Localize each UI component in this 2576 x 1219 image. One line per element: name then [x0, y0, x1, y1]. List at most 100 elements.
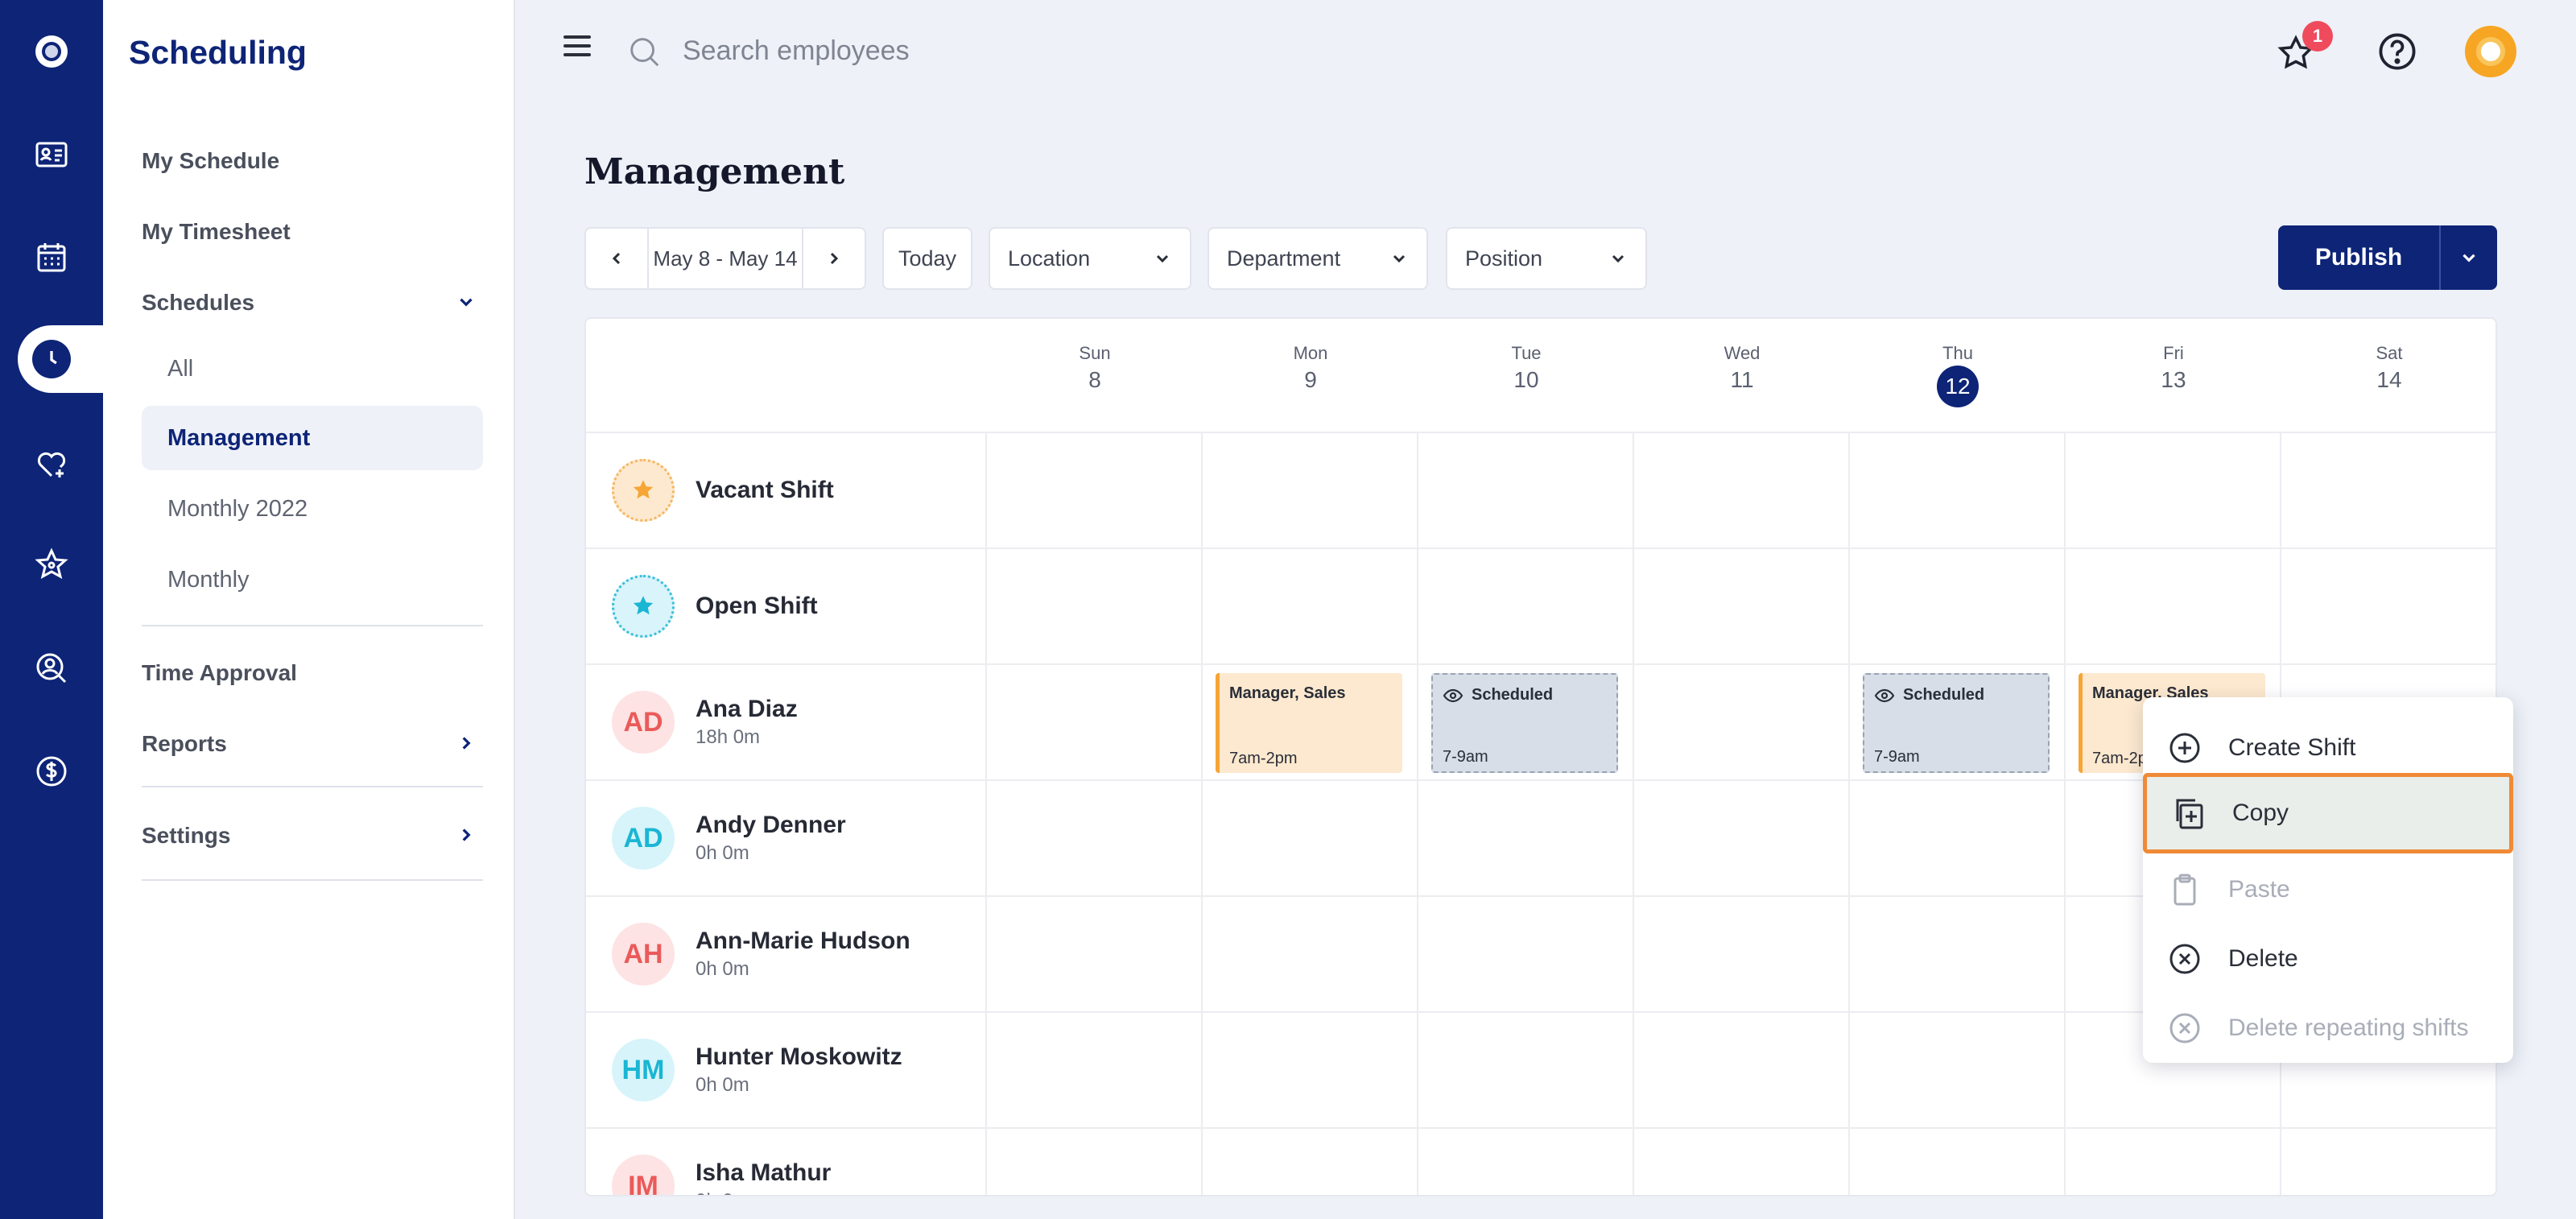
location-dropdown[interactable]: Location — [989, 227, 1191, 290]
page-title: Management — [584, 151, 845, 192]
search-icon — [630, 38, 659, 67]
employee-cell[interactable]: Open Shift — [612, 575, 818, 638]
chevron-right-icon — [462, 737, 471, 750]
user-avatar[interactable] — [2465, 26, 2516, 77]
star-icon[interactable] — [27, 541, 76, 589]
heart-plus-icon[interactable] — [27, 440, 76, 488]
employee-hours: 0h 0m — [696, 1190, 831, 1195]
employee-cell[interactable]: IM Isha Mathur 0h 0m — [612, 1155, 832, 1195]
day-header-thu[interactable]: Thu 12 — [1850, 343, 2066, 407]
delete-label: Delete — [2228, 945, 2298, 972]
chevron-down-icon — [460, 298, 473, 307]
calendar-icon[interactable] — [27, 233, 76, 282]
employee-name: Open Shift — [696, 593, 818, 619]
vacant-star-icon — [612, 459, 675, 522]
shift-time: 7am-2pm — [1229, 750, 1298, 767]
nav-time-approval[interactable]: Time Approval — [142, 651, 483, 696]
nav-settings[interactable]: Settings — [142, 813, 483, 858]
date-range[interactable]: May 8 - May 14 — [647, 229, 803, 288]
position-dropdown[interactable]: Position — [1446, 227, 1647, 290]
dollar-icon[interactable] — [27, 747, 76, 795]
copy-icon — [2176, 799, 2203, 829]
nav-my-timesheet[interactable]: My Timesheet — [142, 209, 483, 254]
delete-repeating-label: Delete repeating shifts — [2228, 1014, 2469, 1041]
create-shift-label: Create Shift — [2228, 734, 2356, 761]
position-label: Position — [1465, 246, 1543, 271]
delete-repeating-menu-item[interactable]: Delete repeating shifts — [2143, 994, 2513, 1063]
shift-title: Scheduled — [1903, 686, 1985, 704]
employee-name: Isha Mathur — [696, 1159, 832, 1186]
employee-name: Vacant Shift — [696, 477, 834, 503]
employee-name: Hunter Moskowitz — [696, 1043, 902, 1070]
divider — [142, 879, 483, 881]
avatar: AD — [612, 807, 675, 870]
shift-title: Manager, Sales — [1229, 684, 1346, 702]
day-name: Sat — [2376, 343, 2403, 363]
paste-menu-item[interactable]: Paste — [2143, 855, 2513, 924]
next-week-button[interactable] — [803, 229, 865, 288]
chevron-right-icon — [462, 829, 471, 841]
day-number: 10 — [1513, 367, 1539, 392]
nav-sub-monthly[interactable]: Monthly — [142, 548, 483, 612]
nav-sub-management[interactable]: Management — [142, 406, 483, 470]
search-input[interactable]: Search employees — [683, 35, 910, 67]
nav-reports[interactable]: Reports — [142, 721, 483, 767]
employee-cell[interactable]: AD Andy Denner 0h 0m — [612, 807, 846, 870]
clock-icon[interactable] — [32, 340, 71, 378]
id-card-icon[interactable] — [27, 130, 76, 179]
employee-cell[interactable]: AD Ana Diaz 18h 0m — [612, 691, 798, 754]
copy-label: Copy — [2232, 800, 2289, 826]
nav-schedules[interactable]: Schedules — [142, 280, 483, 325]
day-name: Tue — [1511, 343, 1542, 363]
menu-icon[interactable] — [564, 35, 591, 60]
help-icon[interactable] — [2376, 31, 2418, 72]
icon-rail — [0, 0, 103, 1219]
employee-hours: 0h 0m — [696, 1074, 749, 1096]
shift-time: 7-9am — [1443, 748, 1488, 766]
day-header-sat[interactable]: Sat 14 — [2281, 343, 2496, 393]
nav-sub-monthly-2022[interactable]: Monthly 2022 — [142, 477, 483, 541]
publish-options-button[interactable] — [2439, 225, 2497, 290]
day-name: Wed — [1724, 343, 1761, 363]
person-search-icon[interactable] — [27, 644, 76, 692]
side-nav: Scheduling My Schedule My Timesheet Sche… — [103, 0, 515, 1219]
day-header-tue[interactable]: Tue 10 — [1418, 343, 1634, 393]
day-header-fri[interactable]: Fri 13 — [2066, 343, 2281, 393]
delete-menu-item[interactable]: Delete — [2143, 924, 2513, 994]
plus-circle-icon — [2169, 733, 2200, 763]
prev-week-button[interactable] — [586, 229, 647, 288]
nav-sub-all[interactable]: All — [142, 337, 483, 401]
today-button[interactable]: Today — [882, 227, 972, 290]
nav-my-schedule[interactable]: My Schedule — [142, 138, 483, 184]
shift-card[interactable]: Scheduled 7-9am — [1863, 673, 2050, 773]
eye-icon — [1874, 688, 1895, 702]
department-label: Department — [1227, 246, 1341, 271]
shift-title: Scheduled — [1472, 686, 1554, 704]
nav-reports-label: Reports — [142, 731, 227, 756]
location-label: Location — [1008, 246, 1091, 271]
publish-button[interactable]: Publish — [2278, 225, 2439, 290]
close-circle-icon — [2169, 944, 2200, 974]
shift-card[interactable]: Manager, Sales 7am-2pm — [1216, 673, 1402, 773]
avatar: IM — [612, 1155, 675, 1195]
employee-cell[interactable]: Vacant Shift — [612, 459, 834, 522]
divider — [142, 625, 483, 626]
day-number: 14 — [2376, 367, 2402, 392]
day-header-mon[interactable]: Mon 9 — [1203, 343, 1418, 393]
employee-name: Andy Denner — [696, 812, 846, 838]
chevron-down-icon — [1393, 254, 1406, 263]
notification-badge: 1 — [2302, 21, 2333, 52]
employee-cell[interactable]: HM Hunter Moskowitz 0h 0m — [612, 1039, 902, 1101]
department-dropdown[interactable]: Department — [1208, 227, 1428, 290]
shift-time: 7-9am — [1874, 748, 1920, 766]
day-header-wed[interactable]: Wed 11 — [1634, 343, 1850, 393]
avatar: AH — [612, 923, 675, 986]
shift-context-menu: Create Shift Copy Paste Delete Delete re… — [2143, 697, 2513, 1063]
chevron-right-icon — [830, 252, 839, 265]
day-header-sun[interactable]: Sun 8 — [987, 343, 1203, 393]
copy-menu-item[interactable]: Copy — [2143, 773, 2513, 853]
shift-card[interactable]: Scheduled 7-9am — [1431, 673, 1618, 773]
employee-cell[interactable]: AH Ann-Marie Hudson 0h 0m — [612, 923, 910, 986]
chevron-left-icon — [612, 252, 621, 265]
logo-icon[interactable] — [27, 27, 76, 76]
